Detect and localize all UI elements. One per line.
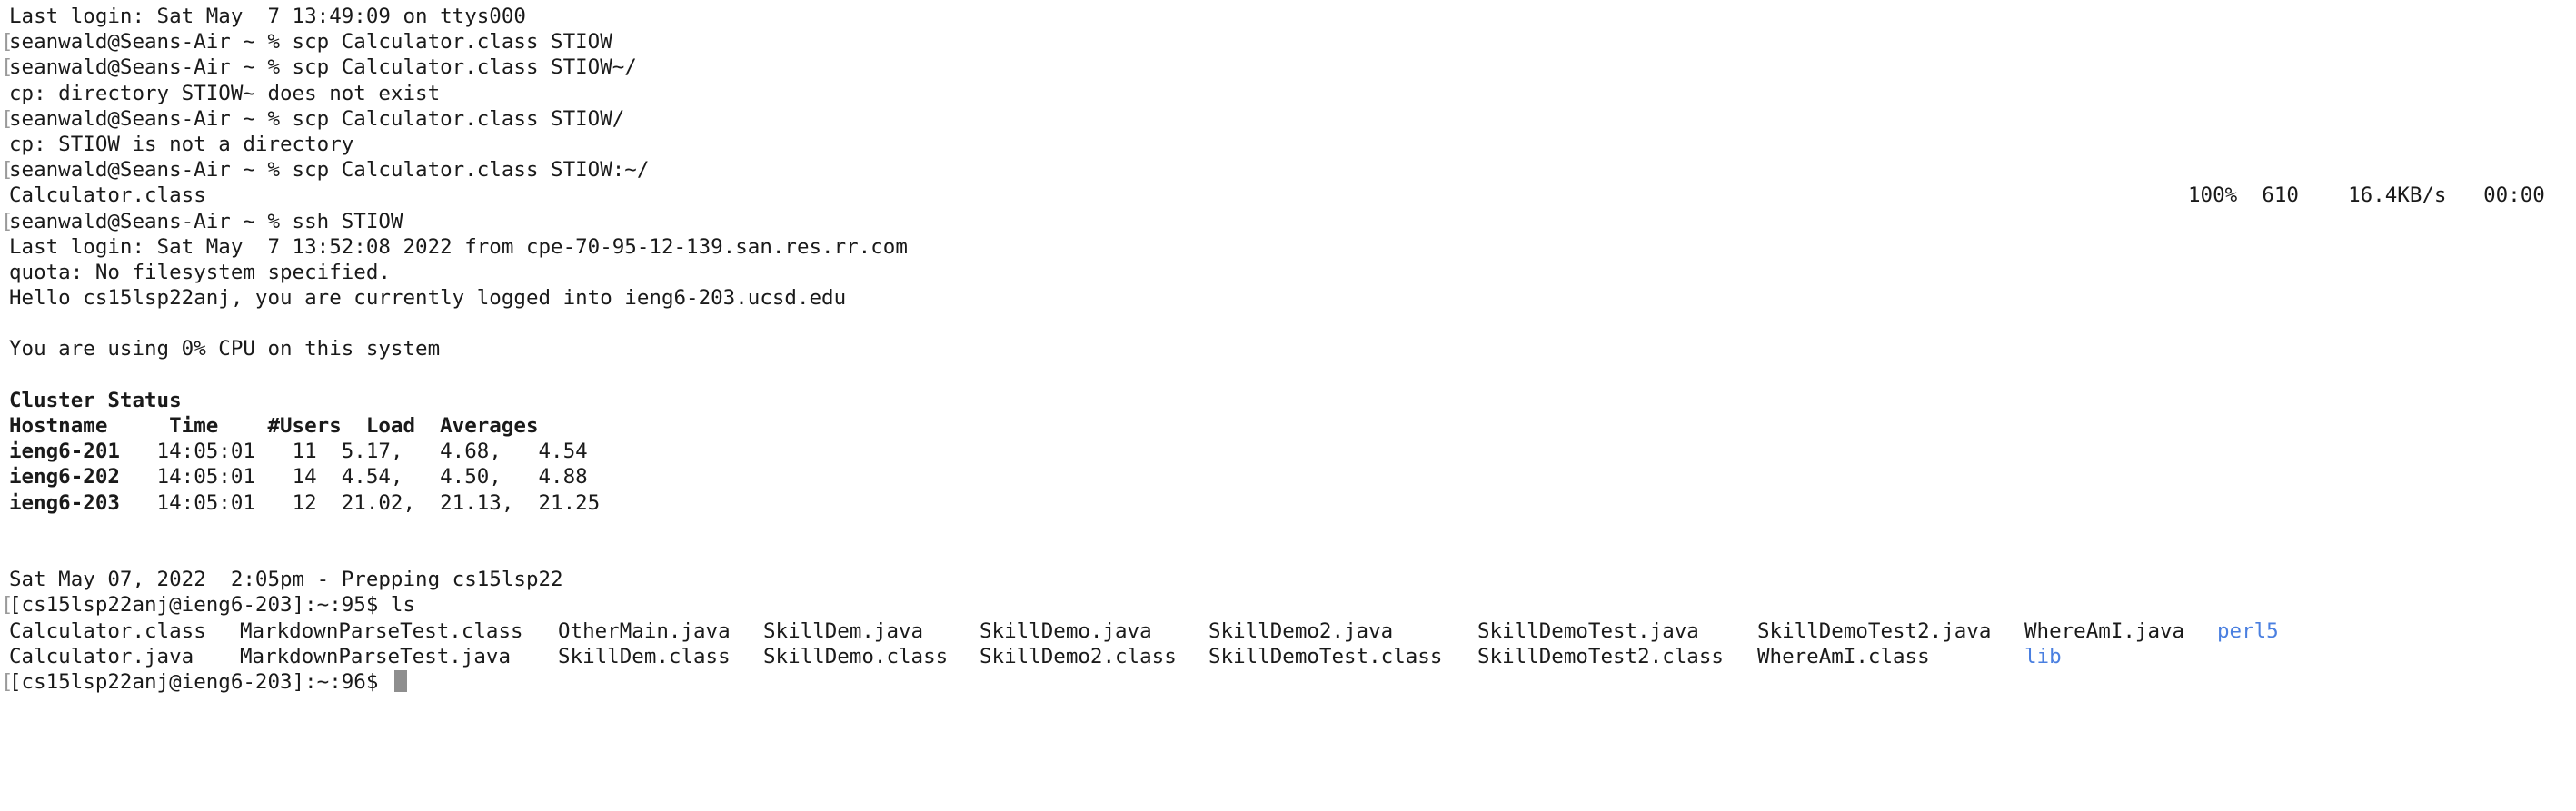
last-login-line: Last login: Sat May 7 13:49:09 on ttys00… bbox=[9, 5, 526, 28]
prompt-ls-line: [[cs15lsp22anj@ieng6-203]:~:95$ ls bbox=[1, 592, 2576, 618]
date-banner-line: Sat May 07, 2022 2:05pm - Prepping cs15l… bbox=[9, 568, 563, 592]
cluster-hostname: ieng6-201 bbox=[9, 440, 120, 464]
directory-entry: perl5 bbox=[2217, 618, 2279, 643]
last-login-line: Last login: Sat May 7 13:52:08 2022 from… bbox=[9, 234, 908, 259]
line-marker: [ bbox=[1, 30, 14, 54]
quota-line: quota: No filesystem specified. bbox=[9, 260, 391, 284]
command-line: [seanwald@Seans-Air ~ % scp Calculator.c… bbox=[1, 29, 2576, 54]
file-entry: SkillDemoTest.class bbox=[1208, 644, 1443, 668]
cluster-row: ieng6-202 14:05:01 14 4.54, 4.50, 4.88 bbox=[9, 464, 2576, 490]
cluster-status-title: Cluster Status bbox=[9, 388, 182, 412]
file-entry: SkillDemo.java bbox=[980, 618, 1152, 643]
cluster-row-values: 14:05:01 14 4.54, 4.50, 4.88 bbox=[119, 465, 588, 490]
command-text: seanwald@Seans-Air ~ % scp Calculator.cl… bbox=[9, 158, 650, 183]
line-marker: [ bbox=[1, 55, 14, 80]
hello-line: Hello cs15lsp22anj, you are currently lo… bbox=[9, 286, 847, 311]
error-line: cp: STIOW is not a directory bbox=[9, 132, 354, 156]
error-line: cp: directory STIOW~ does not exist bbox=[9, 81, 441, 105]
line-marker: [ bbox=[1, 106, 14, 131]
file-entry: SkillDemo2.class bbox=[980, 644, 1177, 668]
file-entry: Calculator.class bbox=[9, 618, 206, 643]
transfer-filename: Calculator.class bbox=[9, 183, 206, 208]
line-marker: [ bbox=[1, 669, 14, 694]
command-line: [seanwald@Seans-Air ~ % ssh STIOW bbox=[1, 209, 2576, 234]
file-entry: WhereAmI.java bbox=[2024, 618, 2185, 643]
ls-output-row: Calculator.java MarkdownParseTest.java S… bbox=[9, 644, 2576, 669]
file-entry: Calculator.java bbox=[9, 644, 194, 668]
cluster-row: ieng6-203 14:05:01 12 21.02, 21.13, 21.2… bbox=[9, 490, 2576, 516]
ls-output-row: Calculator.class MarkdownParseTest.class… bbox=[9, 618, 2576, 644]
cluster-hostname: ieng6-203 bbox=[9, 490, 120, 515]
line-marker: [ bbox=[1, 209, 14, 233]
file-entry: SkillDemo2.java bbox=[1208, 618, 1394, 643]
line-marker: [ bbox=[1, 593, 14, 618]
cluster-row: ieng6-201 14:05:01 11 5.17, 4.68, 4.54 bbox=[9, 439, 2576, 464]
transfer-progress-line: Calculator.class 100% 610 16.4KB/s 00:00 bbox=[9, 183, 2576, 208]
file-entry: OtherMain.java bbox=[558, 618, 731, 643]
prompt-text: [cs15lsp22anj@ieng6-203]:~:96$ bbox=[9, 669, 391, 694]
command-text: seanwald@Seans-Air ~ % scp Calculator.cl… bbox=[9, 30, 612, 54]
cluster-row-values: 14:05:01 12 21.02, 21.13, 21.25 bbox=[119, 490, 601, 515]
file-entry: SkillDemo.class bbox=[763, 644, 949, 668]
text-cursor[interactable] bbox=[393, 669, 407, 692]
file-entry: SkillDemoTest2.class bbox=[1477, 644, 1724, 668]
file-entry: SkillDem.class bbox=[558, 644, 731, 668]
active-prompt-line[interactable]: [[cs15lsp22anj@ieng6-203]:~:96$ bbox=[1, 669, 2576, 695]
prompt-text: [cs15lsp22anj@ieng6-203]:~:95$ ls bbox=[9, 593, 416, 618]
file-entry: SkillDemoTest2.java bbox=[1757, 618, 1992, 643]
file-entry: MarkdownParseTest.java bbox=[240, 644, 512, 668]
command-text: seanwald@Seans-Air ~ % scp Calculator.cl… bbox=[9, 55, 637, 80]
terminal-window[interactable]: Last login: Sat May 7 13:49:09 on ttys00… bbox=[0, 0, 2576, 811]
command-line: [seanwald@Seans-Air ~ % scp Calculator.c… bbox=[1, 157, 2576, 183]
file-entry: MarkdownParseTest.class bbox=[240, 618, 523, 643]
command-text: seanwald@Seans-Air ~ % ssh STIOW bbox=[9, 209, 403, 233]
file-entry: SkillDemoTest.java bbox=[1477, 618, 1699, 643]
cpu-usage-line: You are using 0% CPU on this system bbox=[9, 337, 441, 361]
file-entry: WhereAmI.class bbox=[1757, 644, 1930, 668]
directory-entry: lib bbox=[2024, 644, 2062, 668]
line-marker: [ bbox=[1, 158, 14, 183]
cluster-row-values: 14:05:01 11 5.17, 4.68, 4.54 bbox=[119, 440, 588, 464]
cluster-hostname: ieng6-202 bbox=[9, 465, 120, 490]
command-line: [seanwald@Seans-Air ~ % scp Calculator.c… bbox=[1, 106, 2576, 132]
transfer-stats: 100% 610 16.4KB/s 00:00 bbox=[2188, 183, 2545, 208]
cluster-table-header: Hostname Time #Users Load Averages bbox=[9, 414, 539, 438]
file-entry: SkillDem.java bbox=[763, 618, 924, 643]
command-text: seanwald@Seans-Air ~ % scp Calculator.cl… bbox=[9, 106, 625, 131]
command-line: [seanwald@Seans-Air ~ % scp Calculator.c… bbox=[1, 54, 2576, 80]
